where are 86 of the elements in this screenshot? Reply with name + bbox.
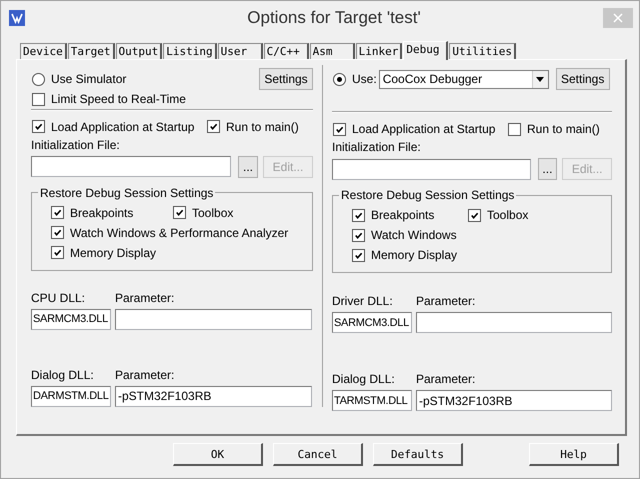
checkbox[interactable] (352, 208, 365, 222)
checkbox[interactable] (352, 248, 365, 262)
field-label: Dialog DLL: (31, 368, 95, 382)
dialog-button[interactable]: OK (173, 443, 263, 466)
check-icon (53, 208, 62, 218)
checkbox-label: Memory Display (70, 246, 156, 260)
radio-button[interactable] (333, 72, 346, 86)
input-field[interactable]: TARMSTM.DLL (332, 390, 412, 411)
checkbox-label: Memory Display (371, 248, 458, 262)
window-title: Options for Target 'test' (246, 8, 422, 28)
group-title: Restore Debug Session Settings (39, 186, 214, 200)
checkbox[interactable] (333, 122, 346, 136)
radio-label: Use: (352, 72, 377, 86)
browse-button[interactable]: ... (538, 158, 558, 180)
dialog-button[interactable]: Cancel (273, 443, 363, 466)
group-title: Restore Debug Session Settings (340, 188, 516, 202)
checkbox[interactable] (32, 92, 45, 106)
check-icon (34, 122, 43, 132)
field-label: Parameter: (115, 291, 174, 306)
checkbox[interactable] (51, 246, 64, 260)
checkbox-label: Breakpoints (371, 208, 434, 222)
checkbox-label: Breakpoints (70, 206, 134, 220)
checkbox-label: Load Application at Startup (352, 122, 496, 136)
input-field[interactable]: -pSTM32F103RB (115, 386, 312, 407)
input-field[interactable]: DARMSTM.DLL (31, 386, 111, 407)
debugger-dropdown[interactable]: CooCox Debugger (378, 70, 549, 88)
browse-button[interactable]: ... (238, 156, 258, 178)
field-label: CPU DLL: (31, 291, 86, 306)
field-label: Parameter: (416, 372, 476, 386)
checkbox[interactable] (51, 226, 64, 240)
checkbox-label: Run to main() (226, 120, 299, 134)
checkbox[interactable] (508, 122, 521, 136)
radio-label: Use Simulator (51, 72, 126, 86)
tab[interactable]: Debug (403, 41, 448, 60)
app-icon (9, 10, 25, 26)
checkbox[interactable] (207, 120, 220, 134)
checkbox-label: Limit Speed to Real-Time (51, 92, 186, 106)
checkbox[interactable] (173, 206, 186, 220)
checkbox[interactable] (468, 208, 481, 222)
checkbox-label: Watch Windows (371, 228, 457, 242)
checkbox-label: Run to main() (527, 122, 600, 136)
tab[interactable]: Target (68, 43, 114, 59)
input-field[interactable]: -pSTM32F103RB (416, 390, 612, 411)
dialog-button[interactable]: Help (529, 443, 619, 466)
field-label: Dialog DLL: (332, 372, 396, 386)
field-label: Driver DLL: (332, 294, 394, 308)
tab[interactable]: Linker (356, 43, 402, 59)
field-label: Parameter: (416, 294, 476, 308)
check-icon (53, 248, 62, 258)
field-label: Parameter: (115, 368, 174, 382)
check-icon (354, 250, 363, 260)
check-icon (209, 122, 218, 132)
dialog-button[interactable]: Defaults (373, 443, 463, 466)
settings-button[interactable]: Settings (259, 68, 313, 90)
input-field[interactable] (31, 156, 231, 178)
check-icon (354, 230, 363, 240)
tab[interactable]: User (218, 43, 263, 59)
tab[interactable]: Device (20, 43, 67, 59)
tab[interactable]: Asm (310, 43, 355, 59)
checkbox[interactable] (32, 120, 45, 134)
input-field[interactable]: SARMCM3.DLL (332, 312, 412, 333)
check-icon (175, 208, 184, 218)
radio-button[interactable] (32, 72, 45, 86)
tab[interactable]: Utilities (449, 43, 516, 59)
input-field[interactable] (416, 312, 612, 333)
input-field[interactable] (332, 158, 530, 180)
settings-button[interactable]: Settings (556, 68, 610, 90)
checkbox-label: Load Application at Startup (51, 120, 194, 134)
dropdown-arrow-icon (536, 76, 544, 82)
check-icon (53, 228, 62, 238)
tab[interactable]: C/C++ (264, 43, 309, 59)
checkbox[interactable] (51, 206, 64, 220)
checkbox-label: Toolbox (192, 206, 234, 220)
field-label: Initialization File: (332, 139, 421, 156)
checkbox[interactable] (352, 228, 365, 242)
check-icon (354, 210, 363, 220)
input-field[interactable]: SARMCM3.DLL (31, 308, 111, 330)
tab[interactable]: Output (116, 43, 162, 59)
check-icon (335, 124, 344, 134)
tab[interactable]: Listing (163, 43, 217, 59)
checkbox-label: Watch Windows & Performance Analyzer (70, 226, 288, 240)
input-field[interactable] (115, 308, 312, 330)
close-icon (613, 13, 623, 23)
field-label: Initialization File: (31, 136, 120, 154)
check-icon (470, 210, 479, 220)
checkbox-label: Toolbox (487, 208, 528, 222)
